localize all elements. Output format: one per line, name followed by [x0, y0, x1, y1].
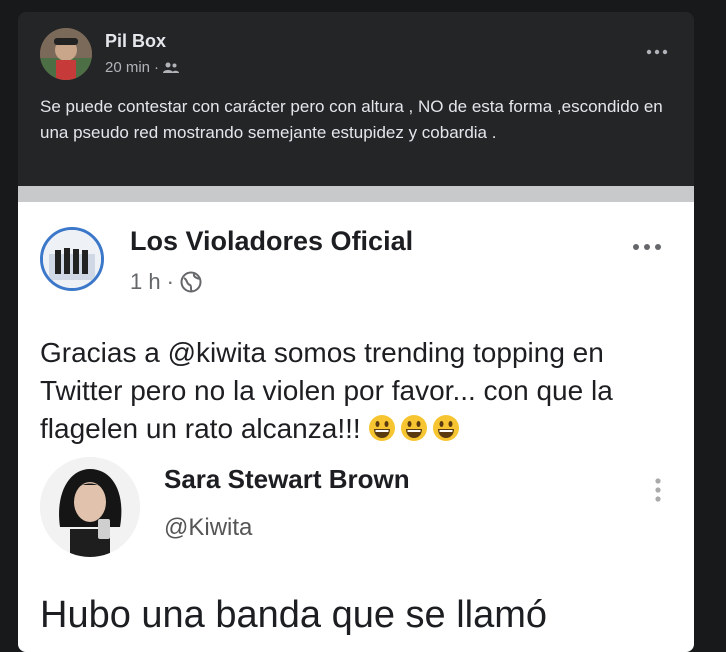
- page-time: 1 h: [130, 269, 161, 294]
- tweet-author-name: Sara Stewart Brown: [164, 464, 410, 494]
- tweet-text: Hubo una banda que se llamó: [40, 594, 548, 636]
- grinning-face-icon: [369, 415, 396, 441]
- facebook-post: Pil Box 20 min · Se puede contestar con …: [18, 12, 694, 652]
- more-dots-icon: [646, 49, 668, 55]
- band-photo-icon: [43, 230, 101, 288]
- page-name: Los Violadores Oficial: [130, 226, 414, 256]
- more-dots-icon: [633, 244, 661, 250]
- post-meta: 20 min ·: [105, 59, 180, 76]
- page-meta: 1 h ·: [130, 269, 202, 295]
- tweet-author-handle: @Kiwita: [164, 514, 253, 541]
- tweet-avatar: [40, 457, 140, 557]
- post-image[interactable]: Los Violadores Oficial 1 h · Gracias a @…: [18, 202, 694, 652]
- avatar-photo-icon: [40, 28, 92, 80]
- post-text: Se puede contestar con carácter pero con…: [40, 97, 663, 142]
- image-top-border: [18, 186, 694, 202]
- author-avatar[interactable]: [40, 28, 92, 80]
- post-time[interactable]: 20 min: [105, 59, 150, 76]
- page-avatar: [40, 227, 104, 291]
- post-options-button[interactable]: [646, 42, 668, 60]
- grinning-face-icon: [433, 415, 460, 441]
- tweet-options-icon: [654, 477, 662, 508]
- person-photo-icon: [40, 457, 140, 557]
- page-options-icon: [632, 238, 662, 256]
- globe-icon: [180, 271, 202, 293]
- grinning-face-icon: [401, 415, 428, 441]
- friends-icon: [163, 62, 180, 73]
- page-post-text: Gracias a @kiwita somos trending topping…: [40, 337, 613, 444]
- author-name[interactable]: Pil Box: [105, 31, 166, 52]
- vertical-dots-icon: [655, 478, 661, 502]
